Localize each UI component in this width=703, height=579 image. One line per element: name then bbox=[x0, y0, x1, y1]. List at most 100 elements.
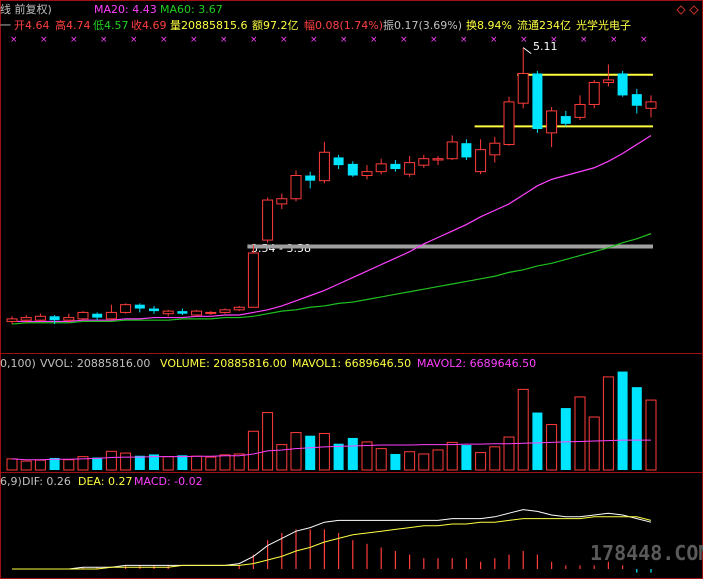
candle-up bbox=[262, 199, 274, 241]
diamond-icon[interactable] bbox=[676, 5, 686, 15]
candle-up bbox=[77, 311, 89, 320]
volume-bar-up bbox=[574, 396, 586, 471]
marker-x: × bbox=[610, 35, 618, 45]
ma20-line bbox=[12, 134, 652, 323]
volume-bar-up bbox=[233, 453, 245, 471]
candle-up bbox=[503, 101, 515, 145]
quote-high: 高4.74 bbox=[55, 18, 91, 32]
macd-label: MACD: -0.02 bbox=[134, 475, 203, 488]
volume-bar-down bbox=[333, 443, 344, 470]
quote-sector: 光学光电子 bbox=[576, 18, 631, 32]
candle-up bbox=[588, 82, 600, 105]
volume-bar-up bbox=[318, 432, 330, 471]
chart-marks: × × × × × × × × × × × × × × × × × × × × × × bbox=[6, 35, 657, 573]
volume-bar-down bbox=[617, 371, 628, 470]
candle-up bbox=[489, 142, 501, 156]
volume-bar-up bbox=[63, 459, 75, 471]
macd-params: 6,9) bbox=[0, 475, 22, 488]
marker-x: × bbox=[100, 35, 108, 45]
quote-change: 幅0.08(1.74%) bbox=[304, 19, 383, 32]
chart-title: 线 前复权) bbox=[0, 2, 52, 16]
candle-up bbox=[120, 304, 132, 313]
volume-bar-up bbox=[34, 459, 46, 471]
candle-down bbox=[390, 163, 401, 170]
candle-down bbox=[177, 311, 188, 314]
volume-bar-down bbox=[177, 455, 188, 470]
quote-amount: 额97.2亿 bbox=[252, 19, 299, 32]
marker-x: × bbox=[40, 35, 48, 45]
candle-down bbox=[305, 175, 316, 181]
quote-amplitude: 振0.17(3.69%) bbox=[383, 18, 462, 32]
candle-up bbox=[432, 158, 444, 161]
quote-dash: 一 bbox=[0, 19, 11, 32]
volume-bar-up bbox=[475, 452, 487, 471]
marker-x: × bbox=[460, 35, 468, 45]
marker-x: × bbox=[130, 35, 138, 45]
volume-bar-up bbox=[517, 388, 529, 471]
candle-up bbox=[34, 315, 46, 321]
candle-up bbox=[574, 103, 586, 118]
candle-down bbox=[134, 304, 145, 309]
volume-bar-down bbox=[305, 435, 316, 470]
candle-up bbox=[6, 318, 18, 322]
candle-down bbox=[631, 94, 642, 106]
candle-up bbox=[162, 310, 174, 315]
quote-open: 开4.64 bbox=[14, 19, 50, 32]
marker-x: × bbox=[220, 35, 228, 45]
candle-up bbox=[105, 311, 117, 320]
marker-x: × bbox=[520, 35, 528, 45]
volume-bar-up bbox=[191, 455, 203, 471]
marker-x: × bbox=[490, 35, 498, 45]
volume-bar-up bbox=[546, 424, 558, 471]
marker-x: × bbox=[250, 35, 258, 45]
ma60-label: MA60: 3.67 bbox=[160, 3, 223, 16]
candle-down bbox=[149, 308, 159, 312]
volume-bar-up bbox=[120, 452, 132, 471]
volume-bar-down bbox=[560, 408, 571, 470]
volume-bar-down bbox=[390, 453, 401, 470]
dea-label: DEA: 0.27 bbox=[78, 475, 132, 488]
candle-up bbox=[404, 162, 416, 175]
vvol-label: VVOL: 20885816.00 bbox=[40, 357, 150, 370]
candle-up bbox=[602, 79, 614, 83]
watermark: 178448.COM bbox=[590, 541, 703, 565]
marker-x: × bbox=[400, 35, 408, 45]
candle-down bbox=[333, 157, 344, 166]
volume-bar-up bbox=[375, 448, 387, 471]
volume-bar-up bbox=[262, 412, 274, 471]
volume-bar-up bbox=[361, 441, 373, 471]
ma20-label: MA20: 4.43 bbox=[94, 3, 157, 16]
candle-up bbox=[318, 151, 330, 182]
stock-chart: 线 前复权) MA20: 4.43 MA60: 3.67 一 开4.64 高4.… bbox=[0, 0, 703, 579]
volume-bar-up bbox=[219, 454, 231, 471]
marker-x: × bbox=[340, 35, 348, 45]
diamond-icon[interactable] bbox=[689, 5, 699, 15]
marker-x: × bbox=[640, 35, 648, 45]
volume-bar-up bbox=[645, 399, 657, 471]
quote-float: 流通234亿 bbox=[517, 18, 571, 32]
candle-up bbox=[233, 306, 245, 311]
volume-bar-up bbox=[247, 430, 259, 471]
marker-x: × bbox=[430, 35, 438, 45]
volume-bar-up bbox=[290, 432, 302, 471]
volume-bar-up bbox=[418, 453, 430, 471]
quote-close: 收4.69 bbox=[131, 18, 167, 32]
marker-x: × bbox=[310, 35, 318, 45]
candle-down bbox=[532, 73, 543, 129]
volume-bar-up bbox=[205, 456, 217, 471]
volume-bar-up bbox=[6, 458, 18, 471]
volume-bar-up bbox=[276, 444, 288, 471]
volume-bar-down bbox=[532, 412, 543, 470]
volume-bar-up bbox=[404, 451, 416, 471]
candle-up bbox=[418, 158, 430, 166]
volume-bar-up bbox=[162, 456, 174, 471]
marker-x: × bbox=[160, 35, 168, 45]
quote-low: 低4.57 bbox=[93, 19, 129, 32]
volume-params: 0,100) bbox=[0, 357, 36, 370]
candle-up bbox=[205, 311, 217, 314]
volume-bar-down bbox=[461, 445, 472, 470]
volume-bar-up bbox=[432, 449, 444, 471]
candle-up bbox=[475, 149, 487, 173]
candle-down bbox=[49, 316, 60, 321]
volume-bar-up bbox=[588, 416, 600, 471]
